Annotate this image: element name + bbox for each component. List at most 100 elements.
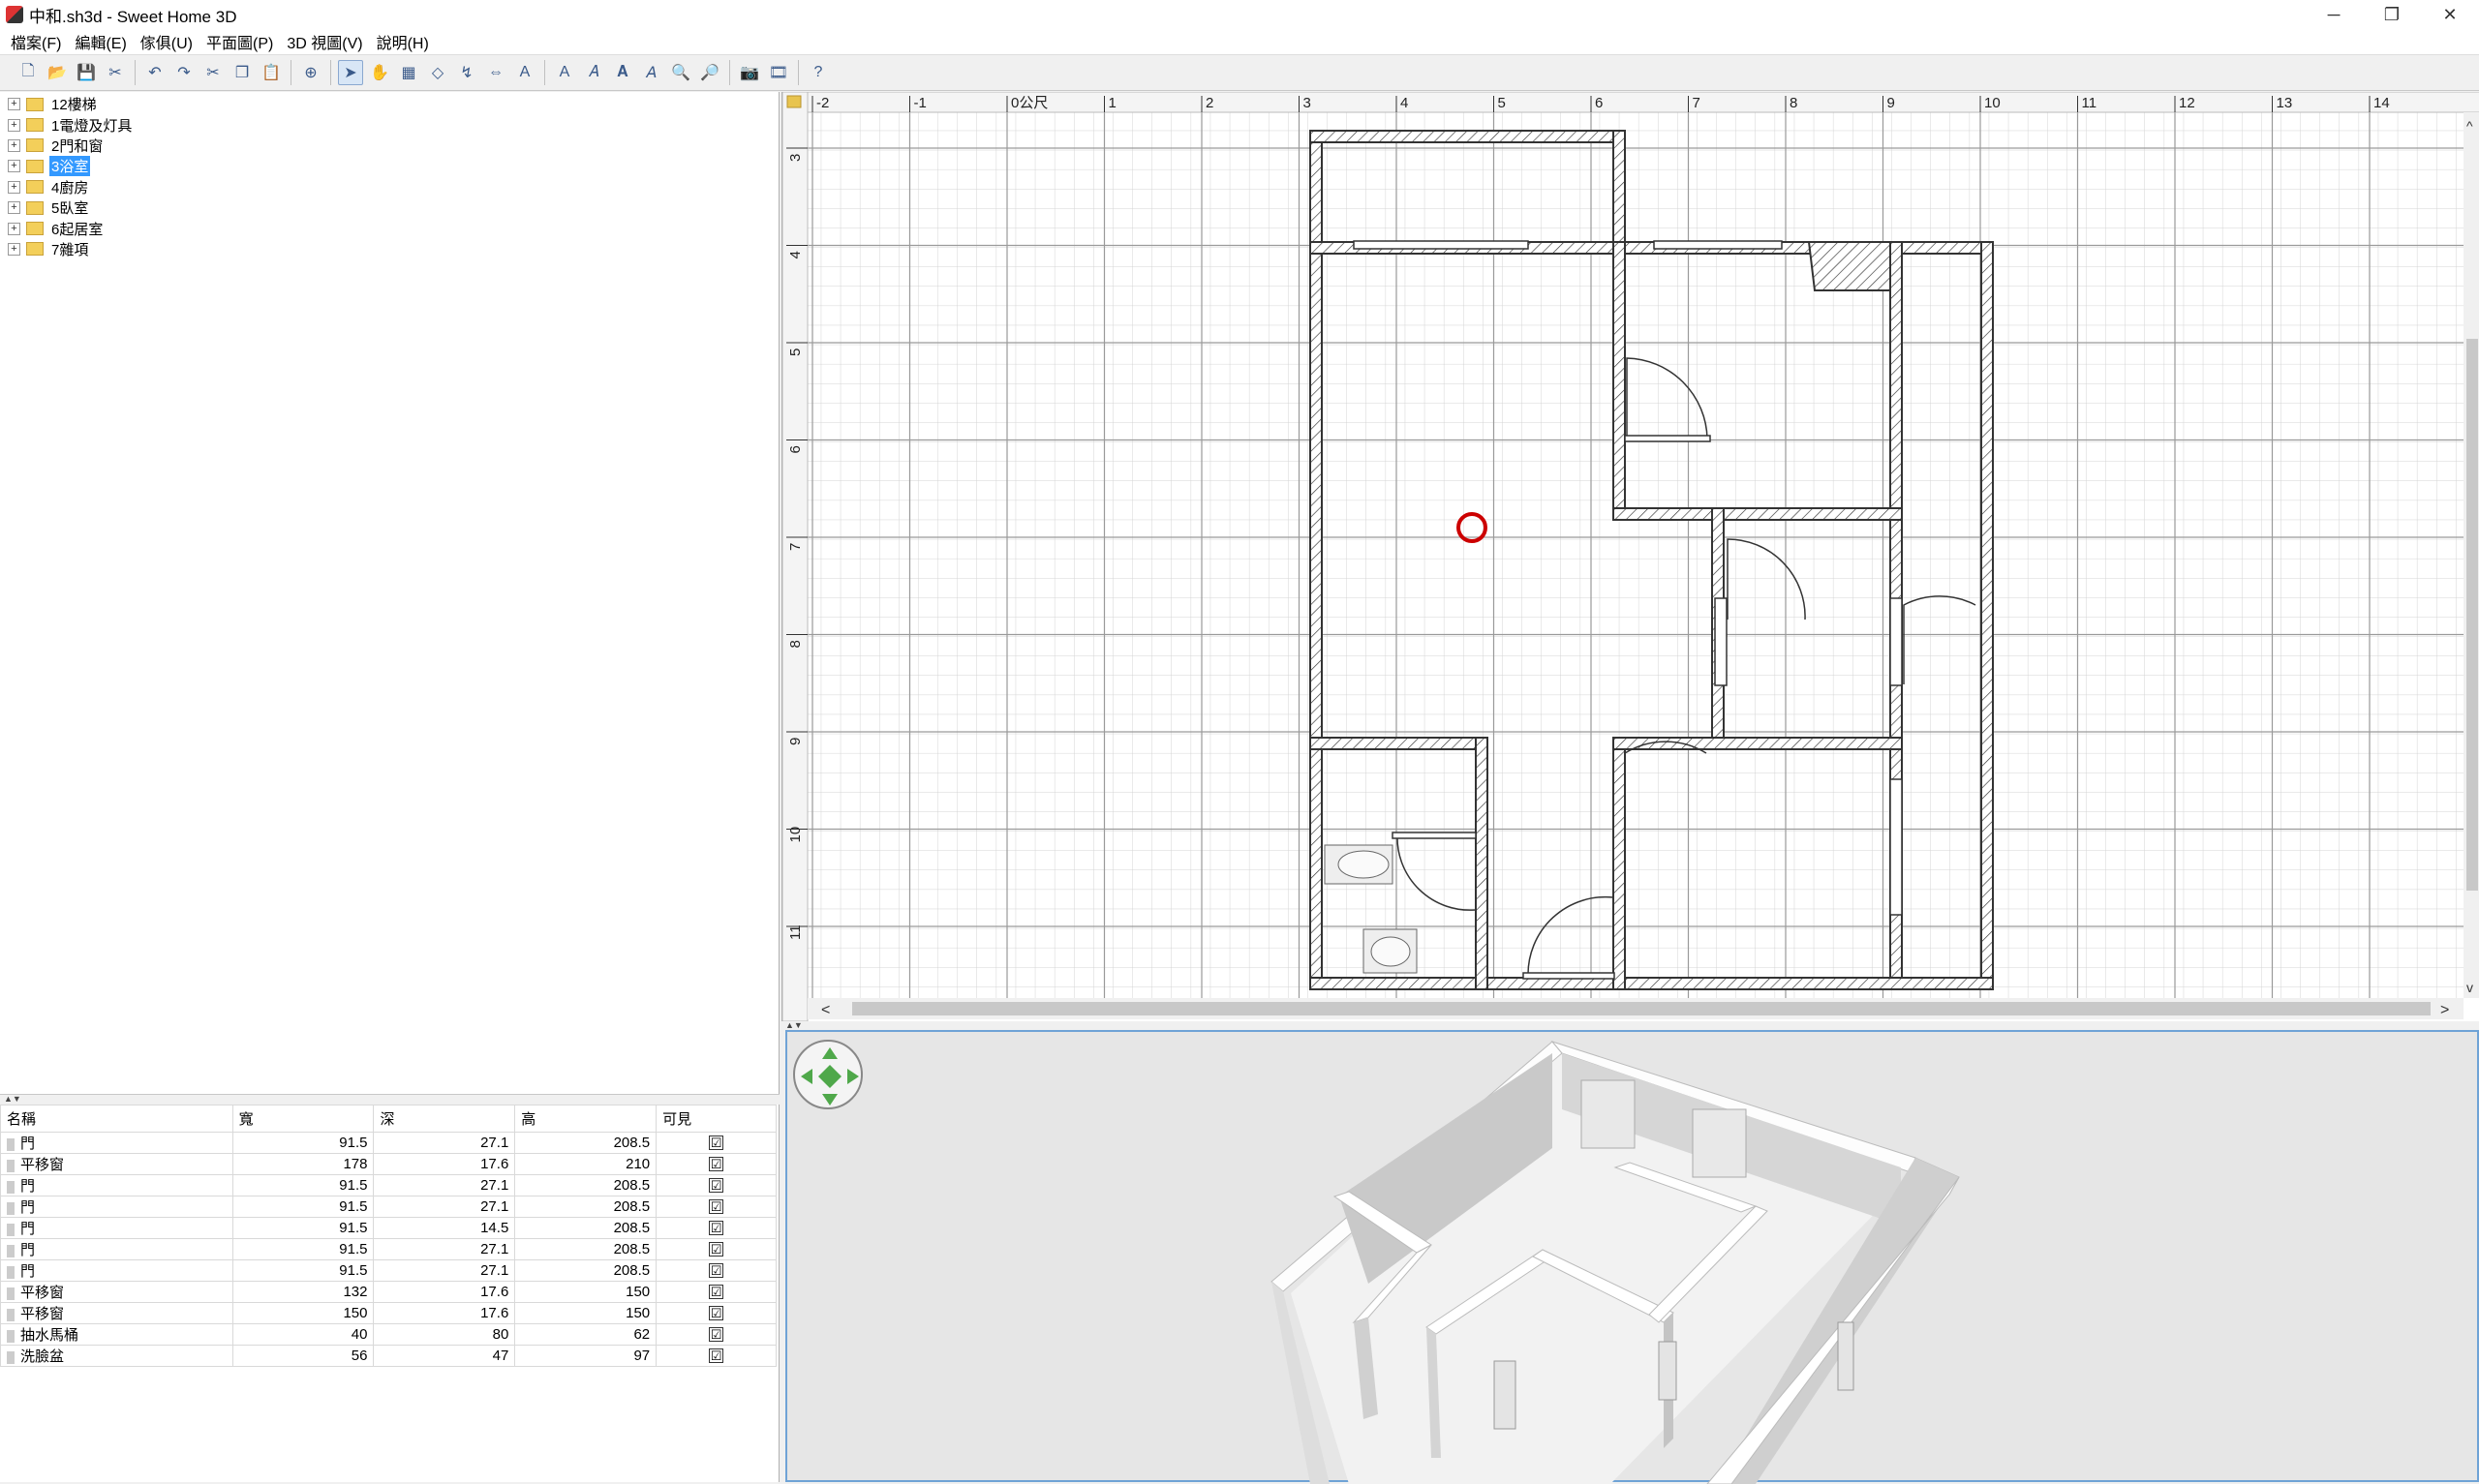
visible-checkbox[interactable]: ☑ [709, 1242, 724, 1257]
menu-help[interactable]: 說明(H) [370, 30, 436, 53]
scroll-right-arrow[interactable]: > [2440, 1002, 2449, 1018]
expand-icon[interactable]: + [8, 180, 20, 194]
column-header-width[interactable]: 寬 [231, 1105, 375, 1133]
visible-checkbox[interactable]: ☑ [709, 1157, 724, 1171]
help-icon[interactable]: ? [806, 60, 831, 85]
cut-icon[interactable]: ✂ [200, 60, 226, 85]
rotate-text-icon[interactable]: A [552, 60, 577, 85]
cell-depth: 47 [373, 1345, 516, 1367]
visible-checkbox[interactable]: ☑ [709, 1178, 724, 1193]
expand-icon[interactable]: + [8, 242, 20, 256]
close-button[interactable]: ✕ [2421, 0, 2479, 29]
catalog-category-bedroom[interactable]: +5臥室 [0, 197, 779, 218]
bold-icon[interactable]: 𝐀 [610, 60, 635, 85]
ruler-x-label: 2 [1206, 95, 1213, 111]
visible-checkbox[interactable]: ☑ [709, 1327, 724, 1342]
expand-icon[interactable]: + [8, 118, 20, 132]
create-video-icon[interactable]: 🎞 [766, 60, 791, 85]
paste-icon[interactable]: 📋 [259, 60, 284, 85]
table-row[interactable]: 抽水馬桶 40 80 62 ☑ [0, 1323, 777, 1346]
expand-icon[interactable]: + [8, 201, 20, 215]
create-dimensions-icon[interactable]: ⇔ [483, 60, 508, 85]
create-photo-icon[interactable]: 📷 [737, 60, 762, 85]
catalog-category-stairs[interactable]: +12樓梯 [0, 94, 779, 114]
add-furniture-icon[interactable]: ⊕ [298, 60, 323, 85]
zoom-in-icon[interactable]: 🔍 [668, 60, 693, 85]
title-bar: 中和.sh3d - Sweet Home 3D ─ ❐ ✕ [0, 0, 2479, 29]
catalog-category-lights[interactable]: +1電燈及灯具 [0, 114, 779, 135]
copy-icon[interactable]: ❐ [230, 60, 255, 85]
table-row[interactable]: 洗臉盆 56 47 97 ☑ [0, 1345, 777, 1367]
visible-checkbox[interactable]: ☑ [709, 1199, 724, 1214]
menu-3d-view[interactable]: 3D 視圖(V) [280, 30, 369, 53]
cut-file-icon[interactable]: ✂ [103, 60, 128, 85]
table-row[interactable]: 平移窗 150 17.6 150 ☑ [0, 1302, 777, 1324]
menu-edit[interactable]: 編輯(E) [68, 30, 133, 53]
catalog-category-kitchen[interactable]: +4廚房 [0, 177, 779, 197]
catalog-category-misc[interactable]: +7雜項 [0, 239, 779, 259]
create-rooms-icon[interactable]: ◇ [425, 60, 450, 85]
scroll-left-arrow[interactable]: < [821, 1002, 830, 1018]
table-row[interactable]: 平移窗 178 17.6 210 ☑ [0, 1153, 777, 1175]
create-walls-icon[interactable]: ▦ [396, 60, 421, 85]
table-row[interactable]: 門 91.5 27.1 208.5 ☑ [0, 1174, 777, 1196]
navigation-arrows-widget[interactable] [793, 1040, 863, 1109]
minimize-button[interactable]: ─ [2305, 0, 2363, 29]
visible-checkbox[interactable]: ☑ [709, 1306, 724, 1320]
scroll-down-arrow[interactable]: v [2466, 980, 2473, 995]
navigation-arrows-icon[interactable] [795, 1042, 865, 1111]
select-icon[interactable]: ➤ [338, 60, 363, 85]
catalog-category-living-room[interactable]: +6起居室 [0, 218, 779, 238]
vertical-split-handle[interactable]: ▲▼ [781, 1021, 2479, 1030]
visible-checkbox[interactable]: ☑ [709, 1221, 724, 1235]
3d-canvas[interactable] [787, 1032, 2479, 1484]
table-row[interactable]: 門 91.5 27.1 208.5 ☑ [0, 1259, 777, 1282]
expand-icon[interactable]: + [8, 138, 20, 152]
italic-icon[interactable]: 𝐴 [581, 60, 606, 85]
menu-file[interactable]: 檔案(F) [4, 30, 68, 53]
column-header-visible[interactable]: 可見 [656, 1105, 777, 1133]
left-split-handle[interactable]: ▲▼ [0, 1094, 780, 1104]
scroll-up-arrow[interactable]: ^ [2466, 118, 2473, 134]
catalog-category-doors-windows[interactable]: +2門和窗 [0, 136, 779, 156]
visible-checkbox[interactable]: ☑ [709, 1285, 724, 1299]
restore-button[interactable]: ❐ [2363, 0, 2421, 29]
menu-plan[interactable]: 平面圖(P) [199, 30, 280, 53]
catalog-category-bathroom[interactable]: +3浴室 [0, 156, 779, 177]
ruler-y-label: 11 [787, 924, 804, 940]
3d-view[interactable] [785, 1030, 2479, 1484]
save-icon[interactable]: 💾 [74, 60, 99, 85]
horizontal-scrollbar-thumb[interactable] [852, 1002, 2431, 1015]
expand-icon[interactable]: + [8, 98, 20, 111]
table-row[interactable]: 門 91.5 27.1 208.5 ☑ [0, 1196, 777, 1218]
undo-icon[interactable]: ↶ [142, 60, 168, 85]
create-polylines-icon[interactable]: ↯ [454, 60, 479, 85]
column-header-depth[interactable]: 深 [373, 1105, 516, 1133]
table-row[interactable]: 平移窗 132 17.6 150 ☑ [0, 1281, 777, 1303]
expand-icon[interactable]: + [8, 160, 20, 173]
open-icon[interactable]: 📂 [45, 60, 70, 85]
cell-height: 208.5 [514, 1259, 658, 1282]
column-header-name[interactable]: 名稱 [0, 1105, 233, 1133]
table-row[interactable]: 門 91.5 27.1 208.5 ☑ [0, 1132, 777, 1154]
redo-icon[interactable]: ↷ [171, 60, 197, 85]
visible-checkbox[interactable]: ☑ [709, 1136, 724, 1150]
menu-furniture[interactable]: 傢俱(U) [134, 30, 199, 53]
plan-canvas[interactable]: -2 -1 0公尺 1 2 3 4 5 6 7 8 9 10 11 12 13 14 34567891011 [782, 92, 2479, 1021]
ruler-x-label: 3 [1303, 95, 1311, 111]
pan-icon[interactable]: ✋ [367, 60, 392, 85]
table-row[interactable]: 門 91.5 14.5 208.5 ☑ [0, 1217, 777, 1239]
add-text-icon[interactable]: A [512, 60, 537, 85]
new-icon[interactable]: 🗋 [15, 60, 41, 85]
modify-text-icon[interactable]: 𝘈 [639, 60, 664, 85]
visible-checkbox[interactable]: ☑ [709, 1263, 724, 1278]
column-header-height[interactable]: 高 [514, 1105, 658, 1133]
toolbar: 🗋 📂 💾 ✂ ↶ ↷ ✂ ❐ 📋 ⊕ ➤ ✋ ▦ ◇ ↯ ⇔ A A 𝐴 𝐀 … [0, 54, 2479, 91]
plan-view[interactable]: -2 -1 0公尺 1 2 3 4 5 6 7 8 9 10 11 12 13 14 3 4 5 6 7 8 9 10 11 [781, 92, 2479, 1021]
expand-icon[interactable]: + [8, 222, 20, 235]
ruler-x-label: 0公尺 [1011, 95, 1048, 111]
visible-checkbox[interactable]: ☑ [709, 1348, 724, 1363]
table-row[interactable]: 門 91.5 27.1 208.5 ☑ [0, 1238, 777, 1260]
zoom-out-icon[interactable]: 🔎 [697, 60, 722, 85]
vertical-scrollbar-thumb[interactable] [2466, 339, 2478, 891]
